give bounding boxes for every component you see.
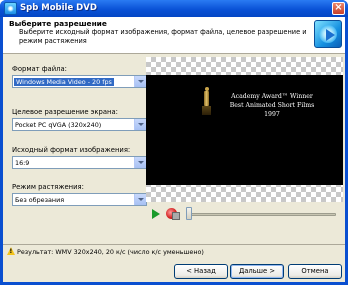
play-icon[interactable] (152, 209, 160, 219)
page-title: Выберите разрешение (9, 19, 107, 28)
position-slider-thumb[interactable] (186, 207, 192, 220)
source-aspect-label: Исходный формат изображения: (12, 146, 131, 154)
target-resolution-label: Целевое разрешение экрана: (12, 108, 118, 116)
close-button[interactable]: × (332, 2, 345, 15)
cancel-button[interactable]: Отмена (288, 264, 342, 279)
chevron-down-icon[interactable] (134, 119, 146, 130)
preview-line-3: 1997 (264, 111, 280, 118)
preview-line-2: Best Animated Short Films (229, 102, 315, 109)
file-format-value: Windows Media Video - 20 fps (14, 78, 114, 86)
wizard-header: Выберите разрешение Выберите исходный фо… (3, 17, 345, 54)
warning-icon (7, 247, 15, 255)
video-preview: Academy Award™ Winner Best Animated Shor… (146, 57, 343, 202)
source-aspect-value: 16:9 (15, 159, 30, 167)
next-button[interactable]: Дальше > (230, 264, 284, 279)
playback-controls (152, 207, 342, 221)
wizard-body: Выберите разрешение Выберите исходный фо… (3, 17, 345, 282)
file-format-label: Формат файла: (12, 65, 67, 73)
stretch-mode-select[interactable]: Без обрезания (12, 193, 147, 206)
app-icon (4, 2, 17, 15)
wizard-logo-icon (314, 20, 342, 48)
back-button[interactable]: < Назад (174, 264, 228, 279)
preview-line-1: Academy Award™ Winner (231, 93, 313, 100)
window-title: Spb Mobile DVD (20, 3, 97, 13)
chevron-down-icon[interactable] (134, 157, 146, 168)
chevron-down-icon[interactable] (134, 76, 146, 87)
status-text: Результат: WMV 320x240, 20 к/с (число к/… (17, 248, 204, 256)
oscar-statuette-image (202, 87, 211, 115)
stretch-mode-label: Режим растяжения: (12, 183, 84, 191)
source-aspect-select[interactable]: 16:9 (12, 156, 147, 169)
video-frame: Academy Award™ Winner Best Animated Shor… (146, 75, 343, 185)
page-description: Выберите исходный формат изображения, фо… (19, 28, 307, 45)
dialog-window: Spb Mobile DVD × Выберите разрешение Выб… (0, 0, 348, 285)
stop-record-icon[interactable] (166, 208, 180, 220)
stretch-mode-value: Без обрезания (15, 196, 65, 204)
file-format-select[interactable]: Windows Media Video - 20 fps (12, 75, 147, 88)
target-resolution-select[interactable]: Pocket PC qVGA (320x240) (12, 118, 147, 131)
status-bar: Результат: WMV 320x240, 20 к/с (число к/… (3, 244, 345, 257)
position-slider-track[interactable] (186, 213, 336, 216)
target-resolution-value: Pocket PC qVGA (320x240) (15, 121, 102, 129)
chevron-down-icon[interactable] (134, 194, 146, 205)
title-bar[interactable]: Spb Mobile DVD × (0, 0, 348, 17)
